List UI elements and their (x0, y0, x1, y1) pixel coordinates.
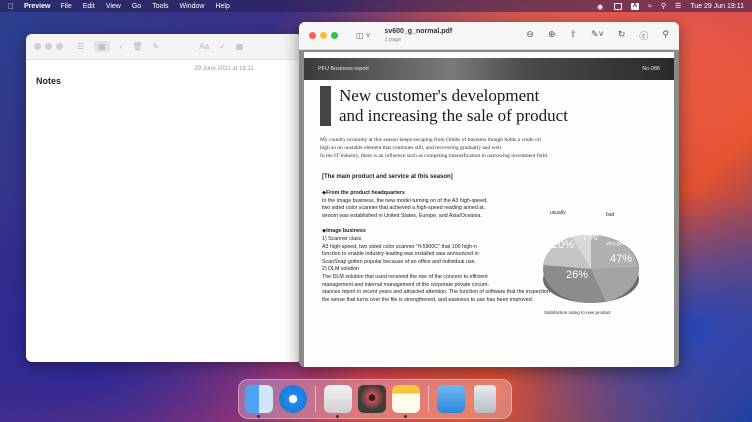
body-line: wroom was established in United States, … (322, 212, 482, 219)
wifi-icon[interactable]: ≈ (648, 3, 652, 10)
search-icon[interactable]: ⚲ (661, 2, 666, 10)
dock-finder[interactable] (245, 385, 273, 418)
checklist-icon[interactable]: ✓ (219, 42, 226, 51)
subheading: ◆From the product headquarters (322, 190, 405, 196)
headline-bar (320, 86, 331, 126)
intro-line: My country economy at this season keeps … (320, 137, 541, 143)
document-canvas[interactable]: PFU Business report No.086 New customer'… (299, 50, 679, 367)
pct-bad: 7% (582, 231, 598, 243)
section-title: [The main product and service at this se… (322, 174, 453, 180)
menu-file[interactable]: File (60, 3, 71, 10)
pdf-page: PFU Business report No.086 New customer'… (304, 52, 674, 367)
page-count: 1 page (384, 36, 402, 43)
delete-icon[interactable]: 🗑 (132, 42, 142, 51)
label-very-good: very good (606, 241, 628, 247)
body-line: 1) Scanner class (322, 235, 362, 242)
markup-icon[interactable]: ⓒ (639, 29, 648, 42)
zoom-in-icon[interactable]: ⊕ (548, 29, 556, 42)
dock-photo-booth[interactable] (358, 385, 386, 413)
label-usually: usually (550, 210, 566, 216)
chart-caption: Satisfaction rating to new product (544, 310, 611, 315)
menu-window[interactable]: Window (180, 3, 205, 10)
sidebar-toggle-icon[interactable]: ◫ ˅ (356, 31, 370, 40)
display-icon[interactable] (614, 2, 623, 10)
notes-window: ☰ ▦ ‹ 🗑 ✎ Aa ✓ ▦ 29 June 2021 at 19:11 N… (26, 34, 302, 362)
running-indicator (257, 415, 260, 418)
clock[interactable]: Tue 29 Jun 19:11 (690, 3, 744, 10)
headline: New customer's development and increasin… (320, 86, 674, 126)
satisfaction-pie-chart: usually bad very good 20% 7% 47% 26% (536, 207, 646, 317)
label-bad: bad (606, 212, 615, 218)
body-line: A3 high-speed, two sided color scanner "… (322, 243, 477, 250)
body-line: ScanSnap gotten popular because of an of… (322, 258, 476, 265)
menu-bar:  Preview File Edit View Go Tools Window… (0, 0, 752, 12)
back-icon[interactable]: ‹ (120, 42, 123, 51)
preview-toolbar: ◫ ˅ sv600_g_normal.pdf 1 page ⊖ ⊕ ⇧ ✎˅ ↻… (299, 22, 679, 50)
pct-usually: 20% (552, 239, 575, 251)
gallery-view-icon[interactable]: ▦ (94, 41, 110, 52)
menu-app-name[interactable]: Preview (24, 3, 50, 10)
apple-menu-icon[interactable]:  (8, 2, 14, 11)
subheading: ◆Image business (322, 228, 366, 235)
recording-icon[interactable]: ◉ (597, 3, 605, 11)
body-line: In the image business, the new model tur… (322, 197, 488, 204)
pct-other: 26% (566, 269, 589, 281)
dock-downloads[interactable] (437, 385, 465, 413)
close-button[interactable] (34, 43, 41, 50)
dock-preview[interactable] (324, 385, 352, 418)
report-number: No.086 (642, 66, 660, 72)
note-date: 29 June 2021 at 19:11 (194, 66, 254, 72)
compose-icon[interactable]: ✎ (153, 42, 160, 51)
search-icon[interactable]: ⚲ (662, 29, 669, 42)
menu-help[interactable]: Help (215, 3, 229, 10)
dock-separator (428, 386, 429, 412)
intro-line: In the IT industry, there is an influenc… (320, 153, 549, 159)
body-line: The DLM solution that used received the … (322, 273, 488, 280)
dock (238, 379, 512, 419)
file-name: sv600_g_normal.pdf (384, 27, 453, 35)
body-line: function to enable industry-leading was … (322, 251, 479, 258)
dock-notes[interactable] (392, 385, 420, 418)
zoom-button[interactable] (331, 32, 338, 39)
list-view-icon[interactable]: ☰ (77, 42, 84, 51)
preview-window: ◫ ˅ sv600_g_normal.pdf 1 page ⊖ ⊕ ⇧ ✎˅ ↻… (299, 22, 679, 367)
share-icon[interactable]: ⇧ (570, 29, 578, 42)
report-header: PFU Business report No.086 (304, 58, 674, 80)
close-button[interactable] (309, 32, 316, 39)
menu-edit[interactable]: Edit (83, 3, 95, 10)
intro-paragraph: My country economy at this season keeps … (320, 136, 658, 160)
headline-line-2: and increasing the sale of product (339, 106, 568, 125)
menu-tools[interactable]: Tools (152, 3, 168, 10)
table-icon[interactable]: ▦ (236, 42, 244, 51)
minimize-button[interactable] (45, 43, 52, 50)
rotate-icon[interactable]: ↻ (618, 29, 626, 42)
body-column: ◆From the product headquarters In the im… (322, 190, 601, 304)
zoom-out-icon[interactable]: ⊖ (526, 29, 534, 42)
menu-go[interactable]: Go (132, 3, 141, 10)
minimize-button[interactable] (320, 32, 327, 39)
running-indicator (404, 415, 407, 418)
markup-pen-icon[interactable]: ✎˅ (591, 29, 604, 42)
intro-line: high so on unstable element that continu… (320, 145, 503, 151)
zoom-button[interactable] (56, 43, 63, 50)
file-info: sv600_g_normal.pdf 1 page (384, 28, 452, 44)
format-icon[interactable]: Aa (199, 42, 209, 51)
dock-separator (315, 386, 316, 412)
control-center-icon[interactable]: ☰ (675, 2, 681, 10)
dock-safari[interactable] (279, 385, 307, 413)
body-line: management and internal management of th… (322, 281, 490, 288)
report-name: PFU Business report (318, 66, 369, 72)
note-title[interactable]: Notes (36, 76, 302, 86)
input-source-icon[interactable]: A (631, 2, 640, 10)
body-line: 2) DLM solution (322, 266, 360, 273)
headline-line-1: New customer's development (339, 86, 540, 105)
notes-toolbar: ☰ ▦ ‹ 🗑 ✎ Aa ✓ ▦ (26, 34, 302, 60)
menu-view[interactable]: View (106, 3, 121, 10)
body-line: two sided color scanner that achieved a … (322, 205, 486, 212)
dock-trash[interactable] (474, 385, 496, 413)
pct-very-good: 47% (610, 253, 633, 265)
running-indicator (336, 415, 339, 418)
